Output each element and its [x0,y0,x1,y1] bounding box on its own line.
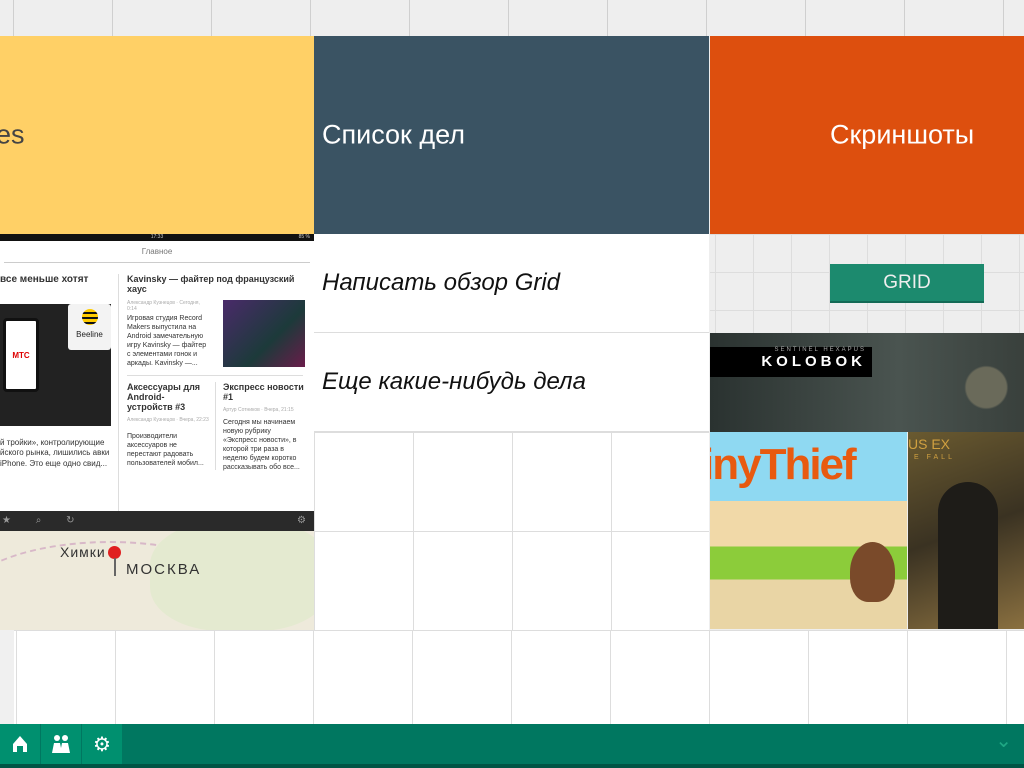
settings-icon[interactable]: ⚙ [297,511,306,531]
grid-button[interactable]: GRID [830,264,984,303]
bottom-bar: ⚙ ⌄ [0,724,1024,768]
home-icon [13,736,27,752]
map-label-moscow: Москва [126,561,202,578]
search-icon[interactable]: ⌕ [36,515,42,526]
article-title[interactable]: все меньше хотят [0,274,115,285]
tile-title: Список дел [322,119,465,150]
article-image [223,300,305,367]
article-meta: Александр Кузнецов · Сегодня, 0:14 [127,300,200,312]
kolobok-title: KOLOBOK [761,353,866,370]
article-text: й тройки», контролирующие йского рынка, … [0,438,110,468]
article-text: Сегодня мы начинаем новую рубрику «Экспр… [223,419,300,472]
article-meta: Александр Кузнецов · Вчера, 22:23 [127,417,209,423]
status-time: 17:33 [150,234,164,240]
grid-background [0,0,1024,36]
users-icon [52,735,70,753]
settings-button[interactable]: ⚙ [82,724,123,764]
users-button[interactable] [41,724,82,764]
article-title[interactable]: Аксессуары для Android-устройств #3 [127,382,209,412]
tile-screenshots[interactable]: Скриншоты [710,36,1024,234]
todo-item[interactable]: Написать обзор Grid [314,234,709,333]
article-text: Производители аксессуаров не перестают р… [127,433,204,468]
star-icon[interactable]: ★ [2,515,11,526]
deus-ex-logo: US EX [908,436,951,452]
refresh-icon[interactable]: ↻ [66,515,74,526]
todo-item[interactable]: Еще какие-нибудь дела [314,333,709,432]
tiny-thief-screenshot[interactable]: inyThief [710,432,907,629]
chevron-down-icon[interactable]: ⌄ [995,728,1012,753]
news-app-screenshot[interactable]: 17:33 85 % Главное все меньше хотят МТС B… [0,234,314,531]
map-tile[interactable]: Химки Москва [0,531,314,630]
tiny-thief-logo: inyThief [710,440,857,489]
home-button[interactable] [0,724,41,764]
article-title[interactable]: Kavinsky — файтер под французский хаус [127,274,302,294]
article-text: Игровая студия Record Makers выпустила н… [127,315,207,368]
empty-cells [314,432,709,630]
news-toolbar: ★ ⌕ ↻ ⚙ [0,511,314,531]
article-title[interactable]: Экспресс новости #1 [223,382,305,402]
gear-icon: ⚙ [93,733,111,756]
empty-cells [0,630,1024,724]
tile-title: Скриншоты [830,119,975,150]
deus-ex-subtitle: E FALL [914,454,955,461]
deus-ex-screenshot[interactable]: US EX E FALL [908,432,1024,629]
map-label-khimki: Химки [60,544,106,560]
tile-todo[interactable]: Список дел [314,36,709,234]
status-battery: 85 % [298,234,310,240]
kolobok-screenshot[interactable]: SENTINEL HEXAPUS KOLOBOK [710,333,1024,432]
article-meta: Артур Сотников · Вчера, 21:15 [223,407,294,413]
todo-text: Еще какие-нибудь дела [322,368,586,395]
tile-yellow[interactable]: es [0,36,314,234]
grid-screenshot[interactable]: GRID [710,234,1024,333]
mts-logo: МТС [3,318,39,392]
news-header: Главное [4,241,310,263]
tile-title: es [0,119,25,150]
todo-text: Написать обзор Grid [322,269,561,296]
